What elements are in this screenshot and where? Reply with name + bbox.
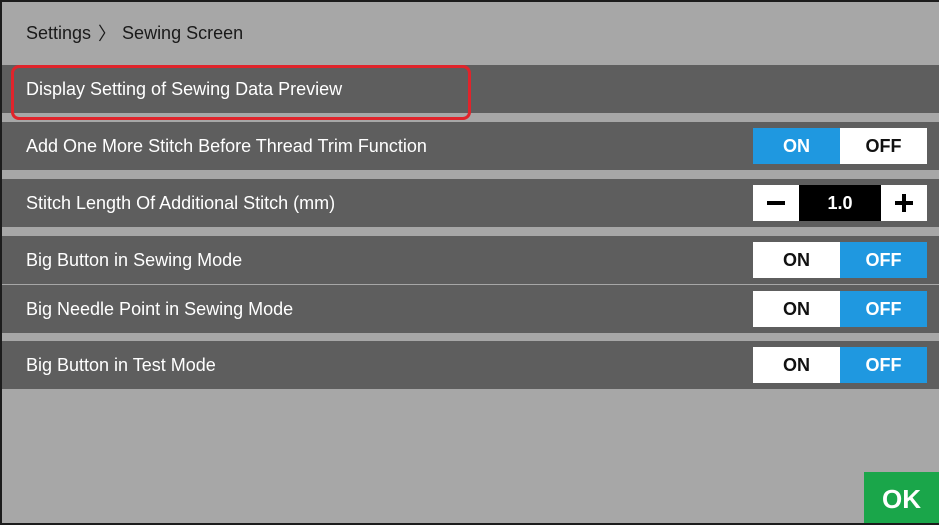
breadcrumb-separator-icon: 〉 [98, 24, 117, 44]
toggle-on-button[interactable]: ON [753, 291, 840, 327]
settings-screen: Settings 〉 Sewing Screen Display Setting… [0, 0, 939, 525]
minus-icon [767, 201, 785, 205]
increment-button[interactable] [881, 185, 927, 221]
setting-label: Big Button in Test Mode [26, 354, 216, 375]
on-off-toggle: ON OFF [753, 347, 927, 383]
setting-row-add-stitch: Add One More Stitch Before Thread Trim F… [2, 122, 939, 170]
toggle-on-button[interactable]: ON [753, 128, 840, 164]
on-off-toggle: ON OFF [753, 242, 927, 278]
setting-label: Big Button in Sewing Mode [26, 249, 243, 270]
plus-icon [895, 194, 913, 212]
setting-row-stitch-length: Stitch Length Of Additional Stitch (mm) … [2, 179, 939, 227]
decrement-button[interactable] [753, 185, 799, 221]
ok-button[interactable]: OK [864, 472, 939, 523]
setting-row-big-button-test: Big Button in Test Mode ON OFF [2, 341, 939, 389]
setting-label: Big Needle Point in Sewing Mode [26, 298, 294, 319]
on-off-toggle: ON OFF [753, 291, 927, 327]
toggle-off-button[interactable]: OFF [840, 128, 927, 164]
stitch-length-stepper: 1.0 [753, 185, 927, 221]
toggle-off-button[interactable]: OFF [840, 291, 927, 327]
toggle-off-button[interactable]: OFF [840, 347, 927, 383]
breadcrumb-current: Sewing Screen [122, 22, 244, 43]
toggle-off-button[interactable]: OFF [840, 242, 927, 278]
stitch-length-value: 1.0 [799, 185, 881, 221]
setting-label: Add One More Stitch Before Thread Trim F… [26, 135, 427, 156]
setting-row-big-button-sewing: Big Button in Sewing Mode ON OFF [2, 236, 939, 284]
section-header-row[interactable]: Display Setting of Sewing Data Preview [2, 65, 939, 113]
setting-row-big-needle-point: Big Needle Point in Sewing Mode ON OFF [2, 285, 939, 333]
section-title: Display Setting of Sewing Data Preview [26, 78, 343, 99]
toggle-on-button[interactable]: ON [753, 242, 840, 278]
breadcrumb-root[interactable]: Settings [26, 23, 91, 44]
on-off-toggle: ON OFF [753, 128, 927, 164]
setting-label: Stitch Length Of Additional Stitch (mm) [26, 192, 336, 213]
breadcrumb: Settings 〉 Sewing Screen [2, 2, 939, 64]
toggle-on-button[interactable]: ON [753, 347, 840, 383]
